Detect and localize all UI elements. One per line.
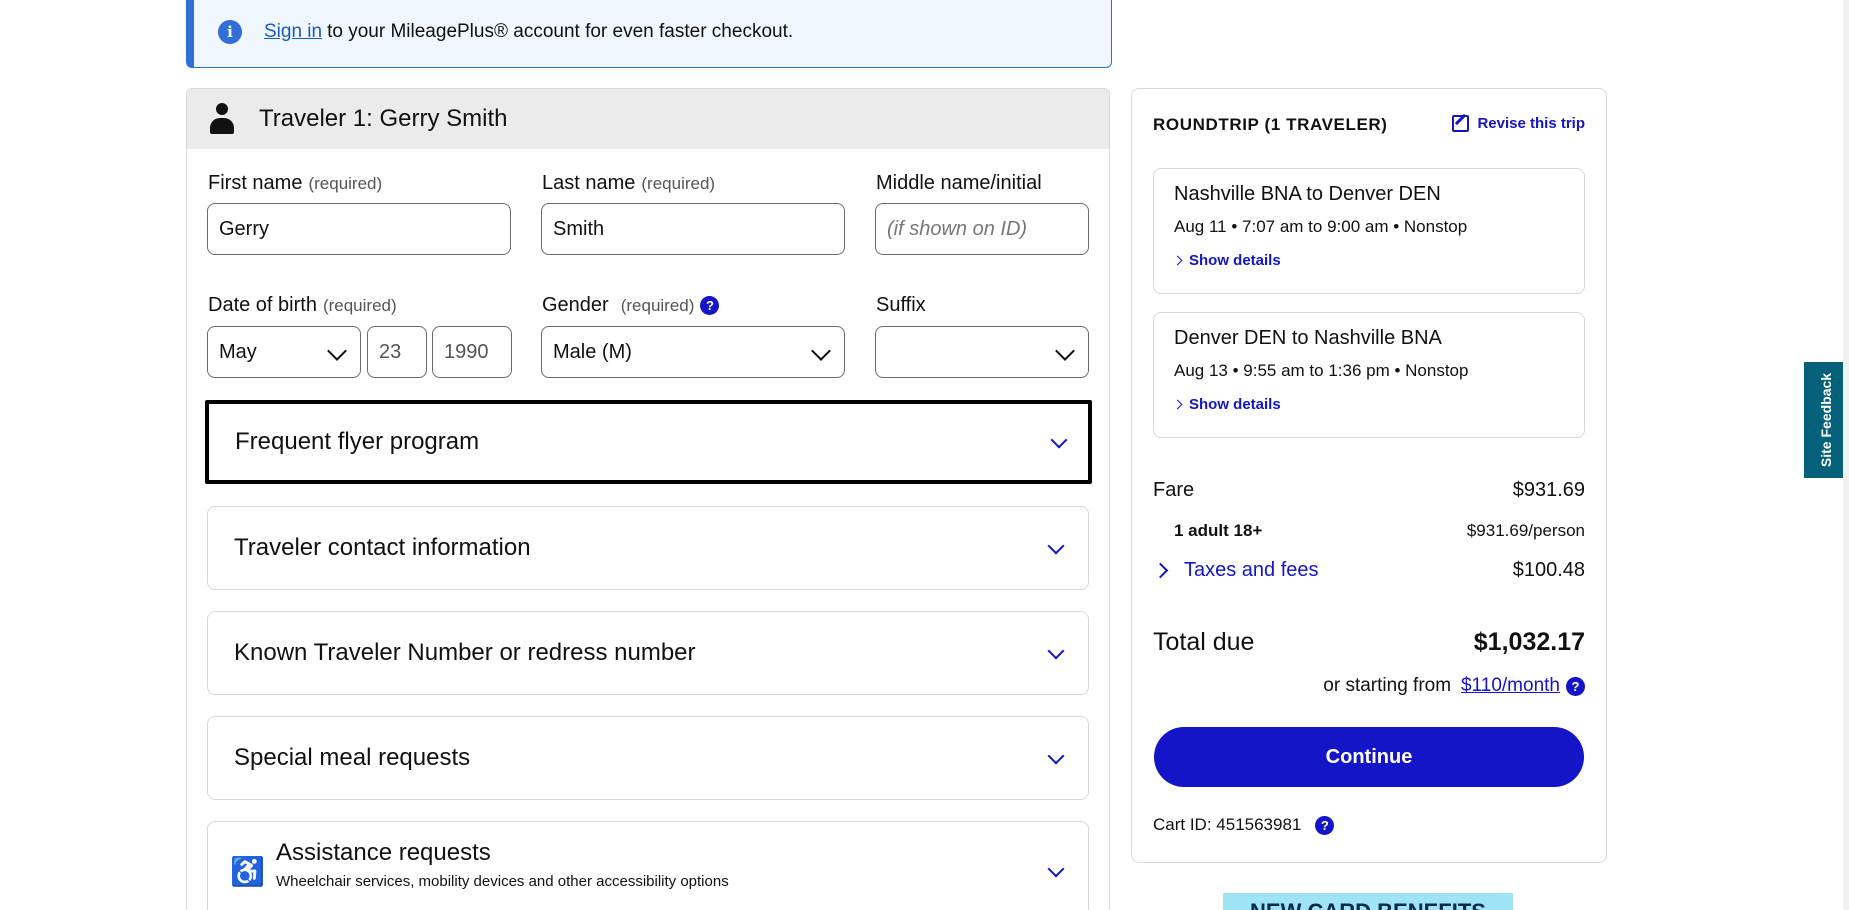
meal-requests-accordion[interactable]: Special meal requests — [207, 716, 1089, 800]
cart-id-row: Cart ID: 451563981 ? — [1153, 815, 1335, 835]
signin-banner-text: to your MileagePlus® account for even fa… — [327, 21, 794, 42]
first-name-label: First name (required) — [208, 172, 382, 195]
dob-day-input[interactable] — [367, 326, 427, 378]
total-row: Total due $1,032.17 — [1153, 628, 1585, 657]
gender-value: Male (M) — [553, 340, 632, 363]
info-icon: i — [218, 20, 242, 44]
chevron-down-icon — [1055, 341, 1075, 361]
chevron-down-icon — [1050, 431, 1068, 449]
total-value: $1,032.17 — [1473, 628, 1585, 656]
monthly-payment-link[interactable]: $110/month — [1461, 675, 1560, 697]
show-details-link[interactable]: Show details — [1172, 396, 1584, 413]
assistance-text: Assistance requests Wheelchair services,… — [276, 839, 729, 890]
dob-month-value: May — [219, 340, 257, 363]
show-details-link[interactable]: Show details — [1172, 252, 1584, 269]
help-icon[interactable]: ? — [1315, 815, 1335, 835]
assistance-accordion[interactable]: ♿ Assistance requests Wheelchair service… — [207, 821, 1089, 910]
revise-trip-label: Revise this trip — [1477, 115, 1585, 132]
fare-label: Fare — [1153, 479, 1195, 501]
signin-banner: i Sign in to your MileagePlus® account f… — [186, 0, 1112, 68]
flight-route: Denver DEN to Nashville BNA — [1174, 327, 1442, 349]
fare-value: $931.69 — [1512, 479, 1585, 501]
flight-times: Aug 13 • 9:55 am to 1:36 pm • Nonstop — [1174, 361, 1469, 380]
flight-segment-return: Denver DEN to Nashville BNA Aug 13 • 9:5… — [1153, 312, 1585, 438]
dob-year-input[interactable] — [432, 326, 512, 378]
accordion-title: Assistance requests — [276, 838, 491, 866]
chevron-down-icon — [1047, 537, 1065, 555]
middle-name-label: Middle name/initial — [876, 172, 1042, 194]
last-name-input[interactable] — [541, 203, 845, 255]
assistance-subtitle: Wheelchair services, mobility devices an… — [276, 872, 729, 890]
show-details-label: Show details — [1189, 252, 1281, 269]
flight-times: Aug 11 • 7:07 am to 9:00 am • Nonstop — [1174, 217, 1468, 236]
dob-month-select[interactable]: May — [207, 326, 361, 378]
chevron-right-icon — [1172, 255, 1183, 266]
contact-info-accordion[interactable]: Traveler contact information — [207, 506, 1089, 590]
revise-trip-link[interactable]: Revise this trip — [1452, 115, 1585, 132]
frequent-flyer-accordion[interactable]: Frequent flyer program — [205, 400, 1092, 484]
first-name-label-text: First name — [208, 172, 303, 194]
site-feedback-label: Site Feedback — [1818, 372, 1835, 468]
signin-link[interactable]: Sign in — [264, 21, 322, 43]
total-label: Total due — [1153, 628, 1255, 656]
chevron-right-icon — [1172, 399, 1183, 410]
dob-required: (required) — [322, 296, 397, 315]
cart-id-text: Cart ID: 451563981 — [1153, 815, 1302, 834]
trip-summary-card: ROUNDTRIP (1 TRAVELER) Revise this trip … — [1131, 88, 1607, 863]
taxes-label: Taxes and fees — [1184, 559, 1319, 581]
chevron-down-icon — [1047, 860, 1065, 878]
dob-label: Date of birth (required) — [208, 294, 397, 317]
help-icon[interactable]: ? — [700, 296, 720, 316]
gender-select[interactable]: Male (M) — [541, 326, 845, 378]
taxes-value: $100.48 — [1512, 559, 1585, 581]
adult-value: $931.69/person — [1466, 521, 1585, 540]
traveler-header: Traveler 1: Gerry Smith — [187, 89, 1109, 149]
card-benefits-promo[interactable]: NEW CARD BENEFITS — [1223, 893, 1513, 910]
gender-label: Gender (required)? — [542, 294, 720, 317]
accordion-title: Traveler contact information — [234, 534, 531, 561]
gender-label-text: Gender — [542, 294, 609, 316]
suffix-select[interactable] — [875, 326, 1089, 378]
suffix-label: Suffix — [876, 294, 926, 316]
last-name-label: Last name (required) — [542, 172, 715, 195]
continue-button[interactable]: Continue — [1154, 727, 1584, 787]
dob-label-text: Date of birth — [208, 294, 317, 316]
accordion-title: Special meal requests — [234, 744, 471, 771]
adult-label: 1 adult 18+ — [1174, 521, 1263, 540]
last-name-label-text: Last name — [542, 172, 636, 194]
accordion-title: Frequent flyer program — [235, 428, 480, 455]
flight-route: Nashville BNA to Denver DEN — [1174, 183, 1441, 205]
financing-row: or starting from $110/month ? — [1323, 675, 1585, 697]
wheelchair-icon: ♿ — [230, 855, 265, 887]
summary-title: ROUNDTRIP (1 TRAVELER) — [1153, 115, 1388, 134]
middle-name-input[interactable] — [875, 203, 1089, 255]
scrollbar[interactable] — [1843, 0, 1849, 910]
taxes-row: Taxes and fees $100.48 — [1152, 559, 1585, 582]
chevron-down-icon — [811, 341, 831, 361]
known-traveler-accordion[interactable]: Known Traveler Number or redress number — [207, 611, 1089, 695]
taxes-fees-toggle[interactable]: Taxes and fees — [1152, 559, 1319, 582]
flight-segment-outbound: Nashville BNA to Denver DEN Aug 11 • 7:0… — [1153, 168, 1585, 294]
last-name-required: (required) — [641, 174, 716, 193]
chevron-right-icon — [1152, 562, 1169, 579]
person-icon — [209, 103, 235, 135]
chevron-down-icon — [1047, 747, 1065, 765]
chevron-down-icon — [327, 341, 347, 361]
edit-icon — [1452, 115, 1470, 132]
gender-required: (required) — [620, 296, 695, 315]
adult-fare-row: 1 adult 18+ $931.69/person — [1153, 521, 1585, 541]
first-name-input[interactable] — [207, 203, 511, 255]
accordion-title: Known Traveler Number or redress number — [234, 639, 696, 666]
fare-row: Fare $931.69 — [1153, 479, 1585, 502]
chevron-down-icon — [1047, 642, 1065, 660]
show-details-label: Show details — [1189, 396, 1281, 413]
first-name-required: (required) — [308, 174, 383, 193]
help-icon[interactable]: ? — [1566, 676, 1585, 696]
starting-from-text: or starting from — [1323, 675, 1452, 696]
traveler-heading: Traveler 1: Gerry Smith — [259, 105, 508, 132]
